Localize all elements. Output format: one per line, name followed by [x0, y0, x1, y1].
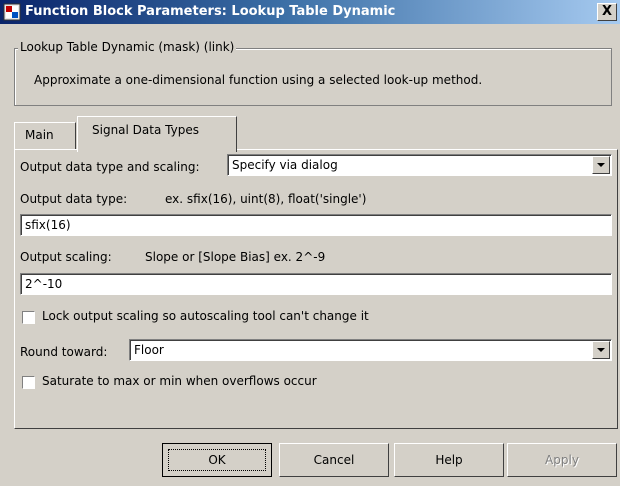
title-bar[interactable]: Function Block Parameters: Lookup Table …: [0, 0, 620, 24]
simulink-block-icon: [3, 3, 21, 21]
ok-button-label: OK: [208, 453, 226, 467]
round-toward-value: Floor: [134, 343, 164, 357]
apply-button[interactable]: Apply: [507, 443, 617, 477]
round-toward-select[interactable]: Floor: [129, 339, 612, 361]
output-type-scaling-select[interactable]: Specify via dialog: [227, 154, 612, 176]
chevron-down-icon[interactable]: [592, 156, 610, 174]
help-button[interactable]: Help: [394, 443, 504, 477]
cancel-button[interactable]: Cancel: [279, 443, 389, 477]
lock-scaling-checkbox[interactable]: [22, 311, 35, 324]
saturate-label: Saturate to max or min when overflows oc…: [42, 374, 317, 388]
output-data-type-hint: ex. sfix(16), uint(8), float('single'): [165, 192, 367, 206]
tab-signal-data-types[interactable]: Signal Data Types: [77, 116, 237, 152]
saturate-checkbox[interactable]: [22, 376, 35, 389]
close-icon: X: [601, 4, 613, 19]
group-title: Lookup Table Dynamic (mask) (link): [18, 40, 237, 54]
output-data-type-value: sfix(16): [25, 218, 71, 232]
output-type-scaling-value: Specify via dialog: [232, 158, 338, 172]
cancel-button-label: Cancel: [313, 453, 355, 467]
output-data-type-input[interactable]: sfix(16): [20, 214, 612, 236]
help-button-label: Help: [435, 453, 463, 467]
output-scaling-hint: Slope or [Slope Bias] ex. 2^-9: [145, 250, 326, 264]
block-description: Approximate a one-dimensional function u…: [34, 73, 483, 87]
round-toward-label: Round toward:: [20, 345, 108, 359]
output-type-scaling-label: Output data type and scaling:: [20, 160, 200, 174]
tab-main[interactable]: Main: [14, 122, 76, 150]
tab-signal-data-types-label: Signal Data Types: [92, 123, 199, 137]
close-button[interactable]: X: [597, 3, 617, 21]
lock-scaling-label: Lock output scaling so autoscaling tool …: [42, 309, 369, 323]
window-title: Function Block Parameters: Lookup Table …: [25, 4, 396, 19]
output-scaling-input[interactable]: 2^-10: [20, 273, 612, 295]
output-scaling-label: Output scaling:: [20, 250, 112, 264]
chevron-down-icon[interactable]: [592, 341, 610, 359]
apply-button-label: Apply: [545, 453, 579, 467]
tab-main-label: Main: [25, 128, 54, 142]
output-data-type-label: Output data type:: [20, 192, 128, 206]
ok-button[interactable]: OK: [162, 443, 272, 477]
output-scaling-value: 2^-10: [25, 277, 63, 291]
